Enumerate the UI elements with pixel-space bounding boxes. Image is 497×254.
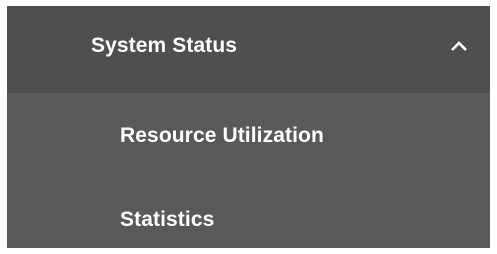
system-status-menu: System Status Resource Utilization Stati… bbox=[7, 6, 490, 248]
menu-item-statistics[interactable]: Statistics bbox=[7, 176, 490, 252]
menu-item-label: Resource Utilization bbox=[120, 124, 324, 147]
system-status-toggle[interactable]: System Status bbox=[7, 6, 490, 93]
chevron-up-icon[interactable] bbox=[451, 40, 467, 52]
menu-header-label: System Status bbox=[91, 34, 238, 57]
menu-item-label: Statistics bbox=[120, 208, 215, 231]
menu-item-resource-utilization[interactable]: Resource Utilization bbox=[7, 94, 490, 170]
